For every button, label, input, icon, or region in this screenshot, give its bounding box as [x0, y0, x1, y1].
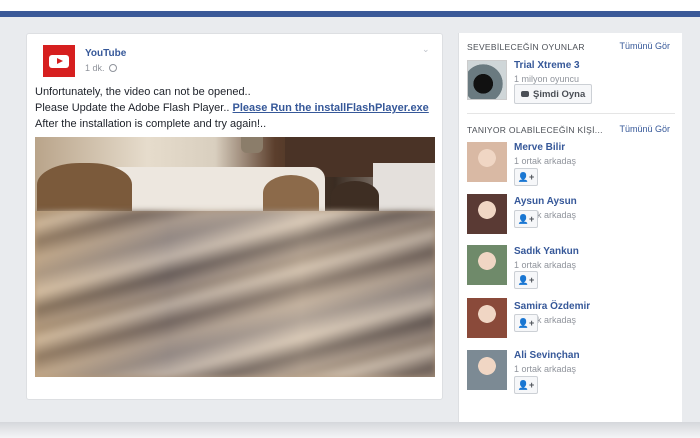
- game-name[interactable]: Trial Xtreme 3: [514, 60, 580, 71]
- bottom-edge: [0, 422, 700, 438]
- mutual-friends[interactable]: 1 ortak arkadaş: [514, 156, 576, 166]
- add-friend-icon: 👤+: [517, 274, 535, 285]
- post-text-suffix: After the installation is complete and t…: [35, 118, 267, 130]
- top-bar: [0, 0, 700, 17]
- post-text-line2: Please Update the Adobe Flash Player..: [35, 102, 233, 114]
- person-name[interactable]: Sadık Yankun: [514, 246, 579, 257]
- add-friend-button[interactable]: 👤+: [514, 271, 538, 289]
- add-friend-button[interactable]: 👤+: [514, 168, 538, 186]
- add-friend-button[interactable]: 👤+: [514, 376, 538, 394]
- person-name[interactable]: Ali Sevinçhan: [514, 350, 580, 361]
- add-friend-icon: 👤+: [517, 213, 535, 224]
- section-divider: [467, 113, 675, 114]
- add-friend-button[interactable]: 👤+: [514, 210, 538, 228]
- facebook-blue-bar: [0, 11, 700, 17]
- globe-icon: [108, 64, 117, 72]
- add-friend-icon: 👤+: [517, 379, 535, 390]
- post-time[interactable]: 1 dk.: [85, 63, 105, 73]
- people-section-title: TANIYOR OLABİLECEĞİN KİŞİ...: [467, 125, 603, 135]
- add-friend-button[interactable]: 👤+: [514, 314, 538, 332]
- person-avatar[interactable]: [467, 194, 507, 234]
- person-avatar[interactable]: [467, 350, 507, 390]
- games-section-title: SEVEBİLECEĞİN OYUNLAR: [467, 42, 585, 52]
- install-flash-link[interactable]: Please Run the installFlashPlayer.exe: [233, 102, 429, 114]
- people-see-all-link[interactable]: Tümünü Gör: [619, 124, 670, 134]
- game-thumbnail[interactable]: [467, 60, 507, 100]
- chevron-down-icon[interactable]: ⌄: [422, 44, 432, 54]
- person-name[interactable]: Merve Bilir: [514, 142, 565, 153]
- right-sidebar: SEVEBİLECEĞİN OYUNLAR Tümünü Gör Trial X…: [458, 33, 682, 422]
- news-feed-post: YouTube 1 dk. ⌄ Unfortunately, the video…: [26, 33, 443, 400]
- gamepad-icon: [521, 91, 529, 97]
- person-name[interactable]: Aysun Aysun: [514, 196, 577, 207]
- post-meta: 1 dk.: [85, 63, 117, 73]
- person-avatar[interactable]: [467, 298, 507, 338]
- add-friend-icon: 👤+: [517, 317, 535, 328]
- game-players: 1 milyon oyuncu: [514, 74, 580, 84]
- games-see-all-link[interactable]: Tümünü Gör: [619, 41, 670, 51]
- youtube-logo-icon[interactable]: [43, 45, 75, 77]
- post-text-line1: Unfortunately, the video can not be open…: [35, 86, 251, 98]
- add-friend-icon: 👤+: [517, 171, 535, 182]
- person-name[interactable]: Samira Özdemir: [514, 301, 590, 312]
- post-video-thumbnail[interactable]: [35, 137, 435, 377]
- video-scene-image: [35, 137, 435, 211]
- person-avatar[interactable]: [467, 142, 507, 182]
- page-name-link[interactable]: YouTube: [85, 48, 126, 59]
- mutual-friends[interactable]: 1 ortak arkadaş: [514, 364, 576, 374]
- person-avatar[interactable]: [467, 245, 507, 285]
- play-now-button[interactable]: Şimdi Oyna: [514, 84, 593, 104]
- mutual-friends[interactable]: 1 ortak arkadaş: [514, 260, 576, 270]
- play-now-label: Şimdi Oyna: [533, 88, 586, 100]
- post-text: Unfortunately, the video can not be open…: [35, 84, 440, 132]
